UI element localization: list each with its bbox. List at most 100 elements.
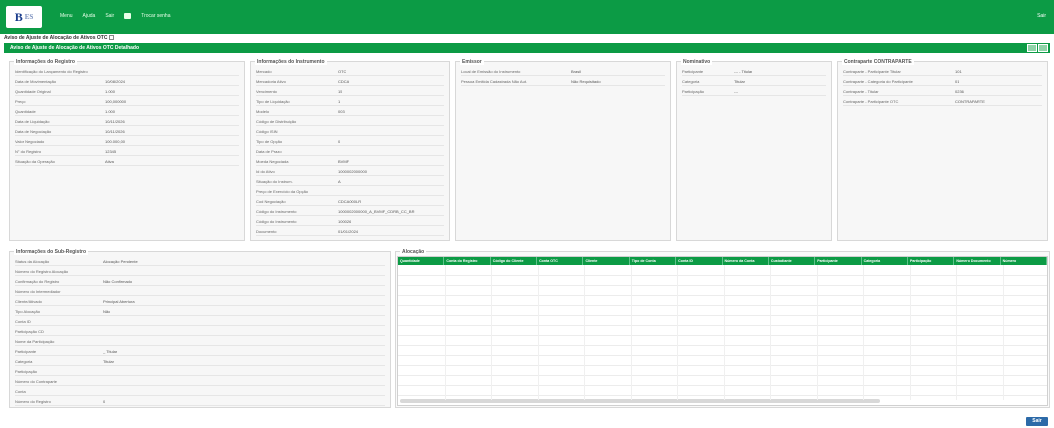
field-label: Número do Registro Alocação — [15, 268, 69, 274]
field-row: Id do Ativo 1000002000000 — [256, 167, 444, 176]
field-row: Documento 01/01/2024 — [256, 227, 444, 236]
window-title: Aviso de Ajuste de Alocação de Ativos OT… — [10, 45, 140, 51]
column-header[interactable]: Código do Cliente — [491, 257, 538, 265]
column-header[interactable]: Quantidade — [398, 257, 445, 265]
menu-item-sair[interactable]: Sair — [105, 13, 114, 19]
column-header[interactable]: Cliente — [583, 257, 630, 265]
close-window-icon[interactable] — [1038, 44, 1048, 52]
field-row: Data de Liquidação 10/11/2026 — [15, 117, 239, 126]
field-value: 003 — [338, 108, 345, 114]
field-label: Data de Negociação — [15, 128, 52, 134]
field-value: Não Requisitado — [571, 78, 601, 84]
field-label: Local de Emissão do Instrumento — [461, 68, 521, 74]
breadcrumb-label[interactable]: Aviso de Ajuste de Alocação de Ativos OT… — [4, 35, 107, 41]
column-header[interactable]: Número — [1001, 257, 1048, 265]
panel-title: Nominativo — [681, 59, 713, 65]
field-row: Conta — [15, 387, 385, 396]
grid-column-line — [444, 265, 446, 400]
field-label: Identificação do Lançamento do Registro — [15, 68, 88, 74]
maximize-icon[interactable] — [1027, 44, 1037, 52]
panel-nominativo: Nominativo Participante --- - Titular Cate… — [676, 59, 832, 241]
field-row: Identificação do Lançamento do Registro — [15, 67, 239, 76]
grid-column-line — [584, 265, 585, 400]
field-label: Número do Registro — [15, 398, 51, 404]
exit-button[interactable]: Sair — [1026, 417, 1048, 426]
grid-row-line — [398, 285, 1047, 286]
field-label: Código ISIN — [256, 128, 278, 134]
field-label: Tipo de Opção — [256, 138, 283, 144]
field-label: Situação do Instrum. — [256, 178, 293, 184]
field-value: CDCA — [338, 78, 350, 84]
panel-emissor: Emissor Local de Emissão do Instrumento B… — [455, 59, 671, 241]
field-value: --- - Titular — [734, 68, 753, 74]
column-header[interactable]: Número da Conta — [723, 257, 769, 265]
grid-row-line — [398, 355, 1047, 356]
column-header[interactable]: Participante — [815, 257, 862, 265]
grid-column-line — [909, 265, 911, 400]
field-row: Preço de Exercício da Opção — [256, 187, 444, 196]
alocacao-table[interactable]: Quantidade Conta do Registro Código do Cli… — [397, 256, 1048, 406]
field-value: 100.000,00 — [105, 138, 126, 144]
logout-link[interactable]: Sair — [1037, 13, 1046, 19]
field-label: Contraparte - Titular — [843, 88, 879, 94]
field-row: Pessoa Emitida Cadastrada Não Aut. Não Re… — [461, 77, 665, 86]
field-row: Cod Negociação CDCA000LR — [256, 197, 444, 206]
field-value: 100026 — [338, 218, 352, 224]
field-label: Participação CD — [15, 328, 44, 334]
panel-ativo: Informações do Instrumento Mercado OTC Mer… — [250, 59, 450, 241]
grid-row-line — [398, 325, 1047, 326]
column-header[interactable]: Conta do Registro — [444, 257, 491, 265]
field-value: BVMF — [338, 158, 350, 164]
field-label: Pessoa Emitida Cadastrada Não Aut. — [461, 78, 528, 84]
column-header[interactable]: Custodiante — [769, 257, 816, 265]
column-header[interactable]: Conta ID — [676, 257, 723, 265]
grid-row-line — [398, 305, 1047, 306]
field-value: 1 — [338, 98, 341, 104]
field-label: Cod Negociação — [256, 198, 286, 204]
field-value: 1000002000000 — [338, 168, 367, 174]
field-label: Data de Liquidação — [15, 118, 50, 124]
field-value: Alocação Pendente — [103, 258, 138, 264]
column-header[interactable]: Tipo de Conta — [630, 257, 677, 265]
field-label: Participação — [15, 368, 38, 374]
field-row: Participação CD — [15, 327, 385, 336]
field-value: _ Titular — [103, 348, 118, 354]
field-row: Contraparte - Participante Titular 101 — [843, 67, 1042, 76]
home-icon[interactable] — [124, 13, 132, 19]
field-value: 0236 — [955, 88, 964, 94]
field-row: Data de Negociação 10/11/2026 — [15, 127, 239, 136]
menu-item-menu[interactable]: Menu — [60, 13, 73, 19]
column-header[interactable]: Participação — [908, 257, 955, 265]
field-value: 1.000 — [105, 88, 116, 94]
field-label: Número do Intermediador — [15, 288, 61, 294]
field-value: 12345 — [105, 148, 117, 154]
field-label: Conta ID — [15, 318, 31, 324]
field-value: CDCA000LR — [338, 198, 362, 204]
breadcrumb: Aviso de Ajuste de Alocação de Ativos OT… — [4, 35, 115, 41]
field-row: Moeda Negociada BVMF — [256, 157, 444, 166]
field-label: Quantidade — [15, 108, 36, 114]
app-logo[interactable]: B ES — [6, 6, 42, 28]
panel-contraparte: Contraparte CONTRAPARTE Contraparte - Pa… — [837, 59, 1048, 241]
close-tab-icon[interactable] — [109, 35, 115, 41]
top-navigation-bar: B ES Menu Ajuda Sair Trocar senha Sair — [0, 0, 1054, 34]
menu-item-ajuda[interactable]: Ajuda — [83, 13, 96, 19]
field-row: Mercado OTC — [256, 67, 444, 76]
field-row: Data de Movimentação 10/08/2024 — [15, 77, 239, 86]
grid-column-line — [630, 265, 632, 400]
field-value: 0 — [103, 398, 106, 404]
column-header[interactable]: Número Documento — [954, 257, 1001, 265]
table-header: Quantidade Conta do Registro Código do Cli… — [398, 257, 1048, 265]
grid-column-line — [1002, 265, 1004, 400]
field-label: Situação da Operação — [15, 158, 55, 164]
column-header[interactable]: Conta OTC — [537, 257, 584, 265]
column-header[interactable]: Categoria — [862, 257, 908, 265]
field-value: 100,000000 — [105, 98, 127, 104]
field-row: Contraparte - Categoria do Participante 0… — [843, 77, 1042, 86]
field-row: Cliente/Ativado Principal Abertura — [15, 297, 385, 306]
field-row: Situação da Operação Ativa — [15, 157, 239, 166]
field-value: Principal Abertura — [103, 298, 135, 304]
horizontal-scrollbar[interactable] — [400, 399, 880, 403]
menu-item-trocar-senha[interactable]: Trocar senha — [141, 13, 170, 19]
grid-row-line — [398, 275, 1047, 276]
